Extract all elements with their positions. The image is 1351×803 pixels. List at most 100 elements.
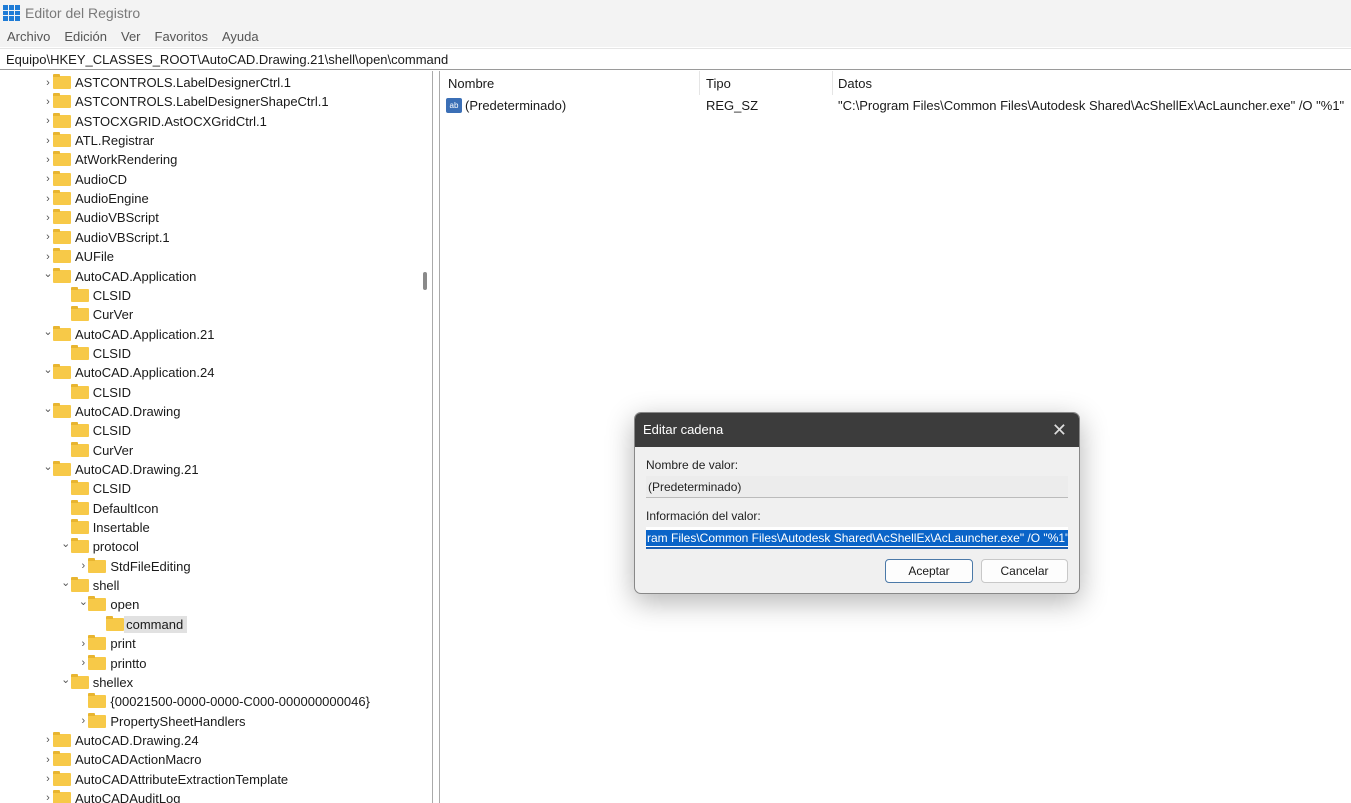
tree-item-label: print [110, 636, 136, 652]
tree-item[interactable]: ⌄ AutoCAD.Application.24 [43, 363, 214, 382]
tree-item[interactable]: ⌄ shellex [61, 673, 133, 692]
tree-item[interactable]: CLSID [61, 286, 131, 305]
folder-icon [70, 499, 89, 515]
tree-item[interactable]: ⌄ open [78, 595, 139, 614]
column-header-nombre[interactable]: Nombre [448, 76, 494, 91]
menu-ver[interactable]: Ver [114, 29, 148, 44]
tree-item[interactable]: › AutoCADActionMacro [43, 750, 201, 769]
chevron-right-icon[interactable]: › [78, 657, 88, 669]
tree-item[interactable]: ⌄ shell [61, 576, 119, 595]
tree-item[interactable]: › ASTOCXGRID.AstOCXGridCtrl.1 [43, 112, 267, 131]
tree-item[interactable]: CLSID [61, 383, 131, 402]
menu-edicion[interactable]: Edición [57, 29, 114, 44]
tree-item[interactable]: ⌄ AutoCAD.Application [43, 267, 196, 286]
chevron-right-icon[interactable]: › [43, 154, 53, 166]
chevron-down-icon[interactable]: ⌄ [43, 364, 53, 376]
tree-item[interactable]: › ASTCONTROLS.LabelDesignerCtrl.1 [43, 73, 291, 92]
tree-item[interactable]: DefaultIcon [61, 499, 158, 518]
chevron-right-icon[interactable]: › [43, 115, 53, 127]
chevron-down-icon[interactable]: ⌄ [43, 403, 53, 415]
tree-item[interactable]: › ASTCONTROLS.LabelDesignerShapeCtrl.1 [43, 92, 329, 111]
menu-archivo[interactable]: Archivo [0, 29, 57, 44]
chevron-right-icon[interactable]: › [43, 734, 53, 746]
chevron-right-icon[interactable]: › [43, 96, 53, 108]
close-icon[interactable]: ✕ [1052, 413, 1067, 447]
chevron-right-icon[interactable]: › [43, 754, 53, 766]
column-header-tipo[interactable]: Tipo [706, 76, 731, 91]
scrollbar-thumb[interactable] [423, 272, 427, 290]
tree-item[interactable]: › AudioVBScript.1 [43, 228, 170, 247]
tree-scrollbar[interactable] [421, 71, 429, 803]
folder-icon [53, 112, 71, 128]
tree-item-label: AudioVBScript.1 [75, 229, 170, 245]
chevron-down-icon[interactable]: ⌄ [43, 461, 53, 473]
tree-item[interactable]: › AudioVBScript [43, 208, 159, 227]
folder-icon [106, 615, 125, 631]
chevron-right-icon[interactable]: › [43, 77, 53, 89]
tree-item[interactable]: CLSID [61, 421, 131, 440]
tree-item[interactable]: › ATL.Registrar [43, 131, 154, 150]
cancel-button[interactable]: Cancelar [981, 559, 1068, 583]
ok-button[interactable]: Aceptar [885, 559, 973, 583]
chevron-right-icon[interactable]: › [43, 773, 53, 785]
value-data-input[interactable]: ram Files\Common Files\Autodesk Shared\A… [646, 527, 1068, 549]
tree-item[interactable]: CLSID [61, 344, 131, 363]
chevron-down-icon[interactable]: ⌄ [43, 268, 53, 280]
registry-tree[interactable]: › ASTCONTROLS.LabelDesignerCtrl.1 › ASTCONT… [0, 71, 433, 803]
tree-item[interactable]: › AutoCADAuditLog [43, 789, 181, 803]
chevron-right-icon[interactable]: › [43, 135, 53, 147]
chevron-down-icon[interactable]: ⌄ [61, 577, 71, 589]
tree-item[interactable]: › AUFile [43, 247, 114, 266]
tree-item[interactable]: ⌄ protocol [61, 537, 139, 556]
chevron-down-icon[interactable]: ⌄ [43, 326, 53, 338]
value-name[interactable]: (Predeterminado) [465, 98, 566, 113]
chevron-right-icon[interactable]: › [78, 715, 88, 727]
tree-item[interactable]: › AutoCADAttributeExtractionTemplate [43, 770, 288, 789]
folder-icon [53, 770, 71, 786]
menu-favoritos[interactable]: Favoritos [148, 29, 215, 44]
tree-item-label: AutoCADActionMacro [75, 752, 202, 768]
menu-ayuda[interactable]: Ayuda [215, 29, 266, 44]
chevron-down-icon[interactable]: ⌄ [61, 674, 71, 686]
folder-icon [53, 228, 71, 244]
folder-icon [53, 132, 71, 148]
folder-icon [70, 383, 89, 399]
tree-item[interactable]: CurVer [61, 305, 133, 324]
tree-item[interactable]: › PropertySheetHandlers [78, 712, 246, 731]
tree-item[interactable]: ⌄ AutoCAD.Drawing.21 [43, 460, 199, 479]
tree-item[interactable]: › AudioEngine [43, 189, 149, 208]
chevron-right-icon[interactable]: › [43, 792, 53, 803]
chevron-right-icon[interactable]: › [43, 212, 53, 224]
chevron-right-icon[interactable]: › [43, 173, 53, 185]
tree-item-label: CurVer [92, 442, 134, 458]
chevron-down-icon[interactable]: ⌄ [78, 596, 88, 608]
tree-item[interactable]: {00021500-0000-0000-C000-000000000046} [78, 692, 370, 711]
folder-icon [70, 344, 89, 360]
chevron-right-icon[interactable]: › [43, 251, 53, 263]
tree-item[interactable]: CurVer [61, 441, 133, 460]
tree-item[interactable]: › AutoCAD.Drawing.24 [43, 731, 199, 750]
tree-item[interactable]: CLSID [61, 479, 131, 498]
tree-item[interactable]: › AtWorkRendering [43, 150, 177, 169]
chevron-right-icon[interactable]: › [78, 638, 88, 650]
selected-text: ram Files\Common Files\Autodesk Shared\A… [646, 530, 1068, 546]
tree-item[interactable]: › AudioCD [43, 170, 127, 189]
tree-item[interactable]: › print [78, 634, 136, 653]
tree-item[interactable]: command [96, 615, 188, 634]
address-bar[interactable]: Equipo\HKEY_CLASSES_ROOT\AutoCAD.Drawing… [0, 48, 1351, 70]
chevron-right-icon[interactable]: › [43, 193, 53, 205]
chevron-down-icon[interactable]: ⌄ [61, 538, 71, 550]
column-header-datos[interactable]: Datos [838, 76, 872, 91]
folder-icon [53, 402, 71, 418]
tree-item[interactable]: ⌄ AutoCAD.Application.21 [43, 325, 214, 344]
tree-item[interactable]: Insertable [61, 518, 150, 537]
chevron-right-icon[interactable]: › [78, 560, 88, 572]
tree-item[interactable]: › StdFileEditing [78, 557, 191, 576]
tree-item[interactable]: › printto [78, 654, 147, 673]
tree-item-label: AutoCADAuditLog [75, 790, 181, 803]
chevron-right-icon[interactable]: › [43, 231, 53, 243]
tree-item[interactable]: ⌄ AutoCAD.Drawing [43, 402, 181, 421]
